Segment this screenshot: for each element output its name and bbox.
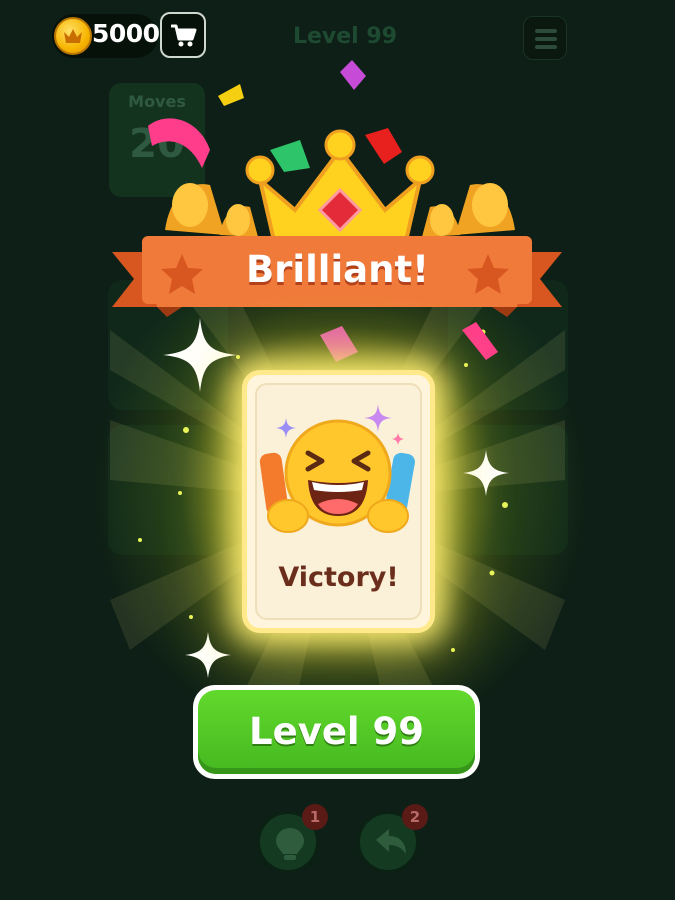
shop-button[interactable] (160, 12, 206, 58)
undo-count-badge: 2 (402, 804, 428, 830)
coin-amount: 5000 (92, 19, 160, 48)
menu-line (535, 29, 557, 33)
shopping-cart-icon (171, 24, 197, 47)
hint-count-badge: 1 (302, 804, 328, 830)
menu-button[interactable] (523, 16, 567, 60)
menu-line (535, 45, 557, 49)
crown-glyph (64, 29, 82, 43)
lightbulb-hint-icon (276, 828, 304, 860)
next-level-button-face[interactable]: Level 99 (198, 690, 475, 774)
next-level-button[interactable]: Level 99 (193, 685, 480, 779)
undo-arrow-icon (376, 829, 406, 854)
game-screen: Moves 20 Brilliant! Victory! Level 99 1 … (0, 0, 675, 900)
card-caption: Victory! (278, 562, 399, 593)
next-level-button-label: Level 99 (249, 710, 424, 753)
laughing-face-emoji-icon (259, 404, 415, 533)
menu-line (535, 37, 557, 41)
crown-coin-icon (54, 17, 92, 55)
current-level-title: Level 99 (292, 24, 398, 49)
